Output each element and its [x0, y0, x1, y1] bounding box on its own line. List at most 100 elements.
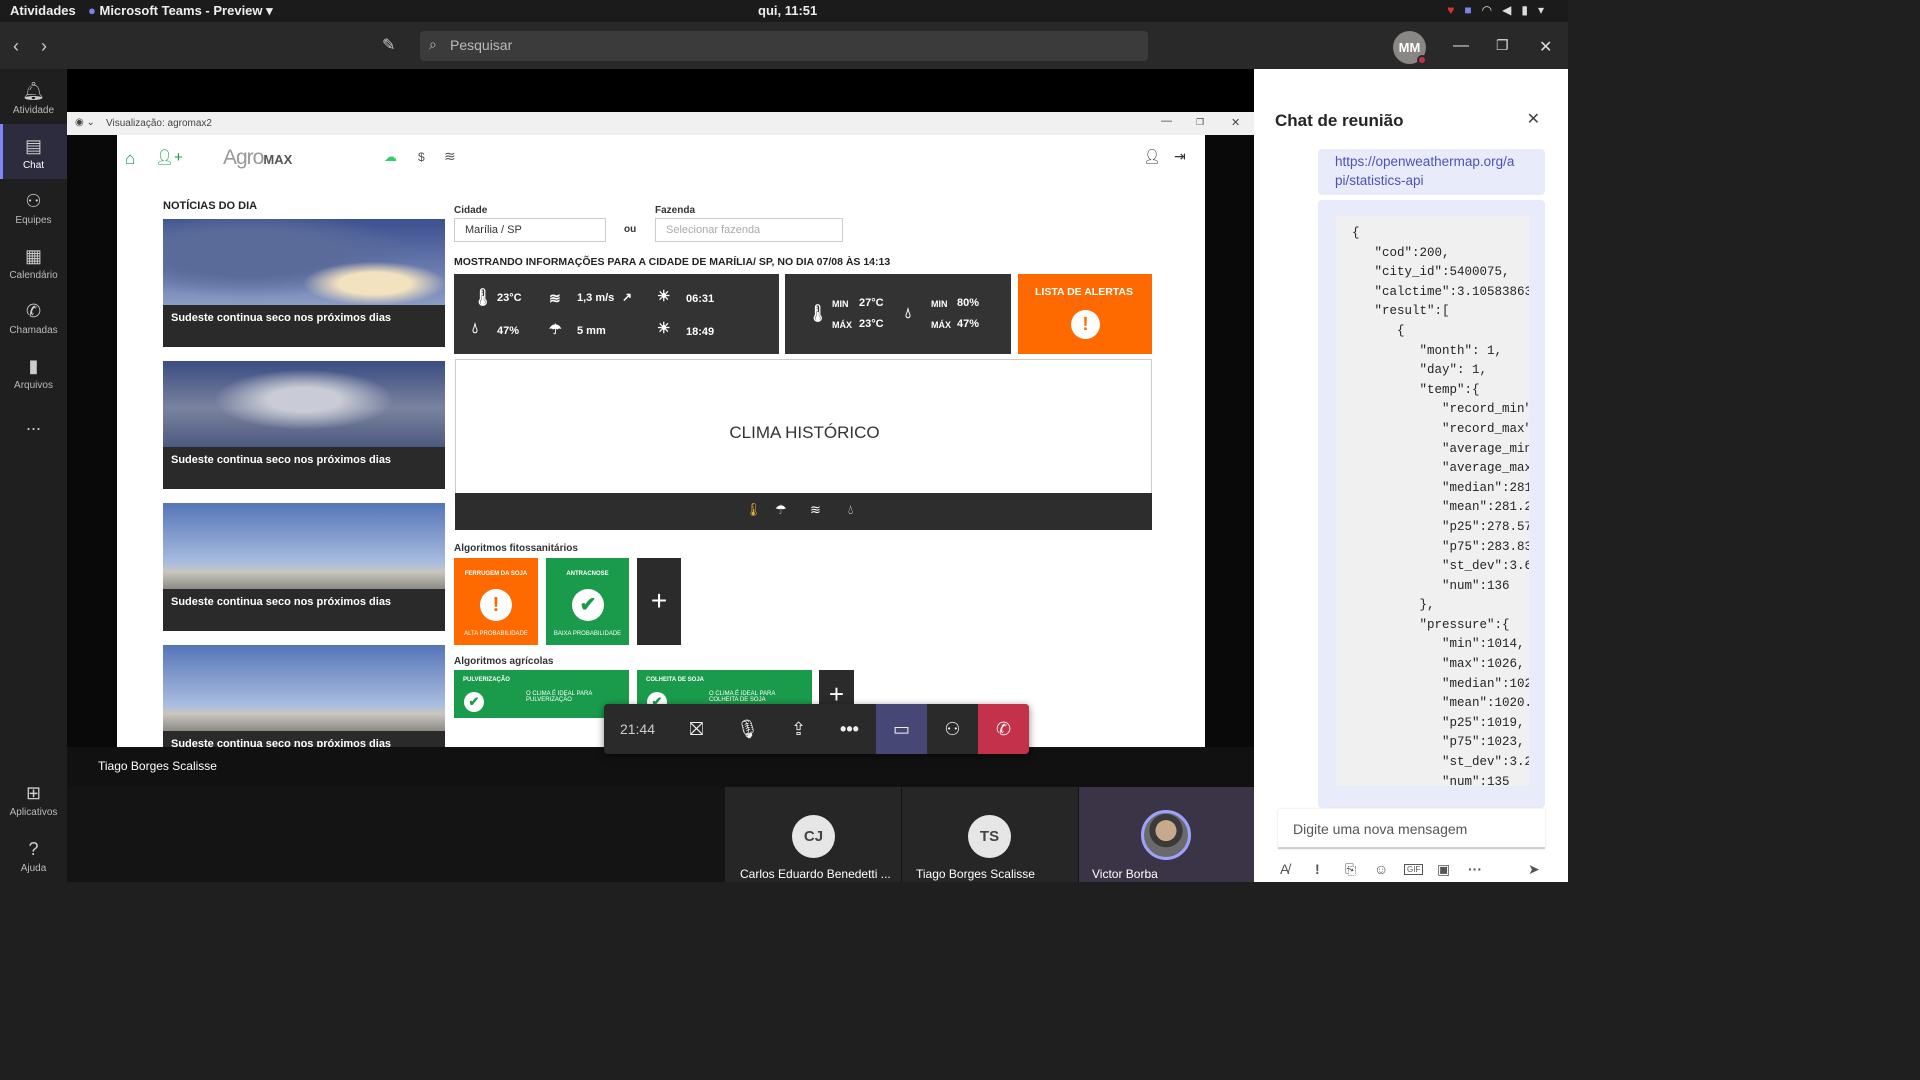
alg-name: COLHEITA DE SOJA	[646, 677, 705, 683]
app-menu[interactable]: ● Microsoft Teams - Preview ▾	[88, 3, 273, 19]
humidity-min: 80%	[957, 297, 980, 309]
apps-icon: ⊞	[25, 783, 42, 803]
rail-label: Ajuda	[20, 863, 47, 874]
alerts-list-button[interactable]: LISTA DE ALERTAS !	[1018, 274, 1152, 354]
add-user-icon[interactable]: 👤︎+	[155, 148, 183, 166]
minimize-icon[interactable]: —	[1453, 37, 1469, 55]
add-phyto-button[interactable]: +	[637, 558, 681, 645]
hang-up-button[interactable]: ✆	[978, 704, 1029, 754]
search-input[interactable]: ⌕ Pesquisar	[420, 31, 1148, 61]
city-value: Marília / SP	[465, 224, 522, 236]
system-clock[interactable]: qui, 11:51	[758, 3, 817, 18]
send-icon[interactable]: ➤	[1528, 861, 1540, 878]
attach-icon[interactable]: ⎘	[1345, 861, 1356, 878]
phyto-card-anthracnose[interactable]: ANTRACNOSE ✔ BAIXA PROBABILIDADE	[546, 558, 629, 645]
weather-nav-icon[interactable]: ☁	[384, 149, 397, 165]
rail-more[interactable]: ...	[0, 414, 67, 438]
user-avatar[interactable]: MM	[1393, 31, 1427, 65]
finance-nav-icon[interactable]: $	[418, 150, 425, 164]
news-image	[163, 645, 445, 731]
presence-busy-icon	[1417, 55, 1427, 65]
shared-minimize-icon: —	[1161, 115, 1172, 127]
restore-icon[interactable]: ❐	[1496, 37, 1509, 54]
rail-help[interactable]: ? Ajuda	[0, 839, 67, 881]
call-controls: 21:44 ⛝ 🎙︎ ⇪ ••• ▭ ⚇ ✆	[604, 704, 1029, 754]
alg-status: BAIXA PROBABILIDADE	[553, 631, 622, 637]
close-chat-icon[interactable]: ✕	[1527, 109, 1540, 129]
phyto-title: Algoritmos fitossanitários	[454, 543, 578, 554]
forward-arrow-icon[interactable]: ›	[41, 36, 47, 57]
rail-chat[interactable]: ▤ Chat	[0, 124, 67, 179]
news-image	[163, 219, 445, 305]
info-heading: MOSTRANDO INFORMAÇÕES PARA A CIDADE DE M…	[454, 256, 891, 268]
news-card[interactable]: Sudeste continua seco nos próximos dias	[163, 219, 445, 347]
gif-icon[interactable]: GIF	[1404, 864, 1424, 875]
teams-tray-icon: ■	[1464, 3, 1482, 17]
historical-climate-title: CLIMA HISTÓRICO	[729, 423, 880, 442]
message-link[interactable]: https://openweathermap.org/a pi/statistic…	[1335, 152, 1514, 190]
city-input[interactable]: Marília / SP	[454, 218, 606, 242]
participant-initials: CJ	[792, 815, 835, 858]
more-options-icon[interactable]: ···	[1468, 861, 1482, 877]
participants-button[interactable]: ⚇	[927, 704, 978, 754]
shared-window-titlebar: ◉ ⌄ Visualização: agromax2 — ❐ ✕	[67, 112, 1254, 135]
sunrise-time: 06:31	[686, 293, 715, 305]
wind-tab-icon[interactable]: ≋	[810, 502, 821, 518]
microphone-button[interactable]: 🎙︎	[722, 704, 773, 754]
logout-icon[interactable]: ⇥	[1174, 148, 1186, 165]
profile-icon[interactable]: 👤︎	[1143, 148, 1161, 165]
new-chat-icon[interactable]: ✎	[382, 35, 395, 55]
alg-name: FERRUGEM DA SOJA	[464, 571, 528, 577]
sunrise-icon: ☀︎	[657, 288, 671, 305]
rail-label: Arquivos	[14, 380, 53, 391]
participant-name: Carlos Eduardo Benedetti ...	[740, 867, 891, 881]
rail-calls[interactable]: ✆ Chamadas	[0, 301, 67, 343]
layers-nav-icon[interactable]: ≋	[444, 148, 456, 165]
rail-files[interactable]: ▮ Arquivos	[0, 356, 67, 398]
participant-name: Tiago Borges Scalisse	[916, 867, 1035, 881]
important-icon[interactable]: !	[1315, 861, 1320, 877]
teams-icon: ⚇	[25, 191, 42, 211]
rail-apps[interactable]: ⊞ Aplicativos	[0, 783, 67, 825]
emoji-icon[interactable]: ☺	[1374, 861, 1388, 877]
temperature-tab-icon[interactable]: 🌡︎	[745, 502, 762, 518]
alg-status: O CLIMA É IDEAL PARA COLHEITA DE SOJA	[709, 691, 776, 703]
system-tray[interactable]: ♥■◠◀▮▾	[1447, 3, 1554, 17]
message-link-line2: pi/statistics-api	[1335, 173, 1424, 188]
historical-climate-toolbar: 🌡︎ ☂︎ ≋ 💧︎	[455, 493, 1152, 530]
rail-calendar[interactable]: ▦ Calendário	[0, 246, 67, 288]
back-arrow-icon[interactable]: ‹	[13, 36, 19, 57]
home-icon[interactable]: ⌂	[125, 149, 135, 169]
news-card[interactable]: Sudeste continua seco nos próximos dias	[163, 503, 445, 631]
chat-toggle-button[interactable]: ▭	[876, 704, 927, 754]
participant-tile[interactable]: Victor Borba	[1079, 787, 1254, 882]
historical-climate-panel: CLIMA HISTÓRICO	[455, 359, 1152, 494]
agri-card-spraying[interactable]: PULVERIZAÇÃO ✔ O CLIMA É IDEAL PARA PULV…	[454, 670, 629, 718]
news-card[interactable]: Sudeste continua seco nos próximos dias	[163, 645, 445, 747]
more-actions-button[interactable]: •••	[824, 704, 875, 754]
farm-select[interactable]: Selecionar fazenda	[655, 218, 843, 242]
phyto-card-soy-rust[interactable]: FERRUGEM DA SOJA ! ALTA PROBABILIDADE	[454, 558, 538, 645]
sticker-icon[interactable]: ▣	[1437, 861, 1450, 878]
humidity-tab-icon[interactable]: 💧︎	[848, 502, 853, 518]
volume-icon: ◀	[1502, 3, 1522, 17]
participant-tile[interactable]: TS Tiago Borges Scalisse	[902, 787, 1078, 882]
camera-off-button[interactable]: ⛝	[671, 704, 722, 754]
format-icon[interactable]: A̸	[1280, 861, 1289, 877]
share-screen-button[interactable]: ⇪	[773, 704, 824, 754]
rain-tab-icon[interactable]: ☂︎	[775, 502, 787, 518]
news-title: NOTÍCIAS DO DIA	[163, 200, 258, 212]
close-icon[interactable]: ✕	[1539, 37, 1552, 57]
activities-button[interactable]: Atividades	[10, 3, 76, 18]
rail-activity[interactable]: 🔔︎ Atividade	[0, 81, 67, 123]
calendar-icon: ▦	[24, 246, 42, 266]
shared-restore-icon: ❐	[1196, 117, 1205, 127]
compose-message-input[interactable]: Digite uma nova mensagem	[1278, 809, 1545, 849]
news-caption: Sudeste continua seco nos próximos dias	[171, 738, 392, 747]
participant-name: Victor Borba	[1092, 867, 1158, 881]
news-card[interactable]: Sudeste continua seco nos próximos dias	[163, 361, 445, 489]
chat-icon: ▤	[24, 136, 42, 156]
participant-tile[interactable]: CJ Carlos Eduardo Benedetti ...	[725, 787, 901, 882]
rail-teams[interactable]: ⚇ Equipes	[0, 191, 67, 233]
logo-max: MAX	[263, 152, 293, 167]
